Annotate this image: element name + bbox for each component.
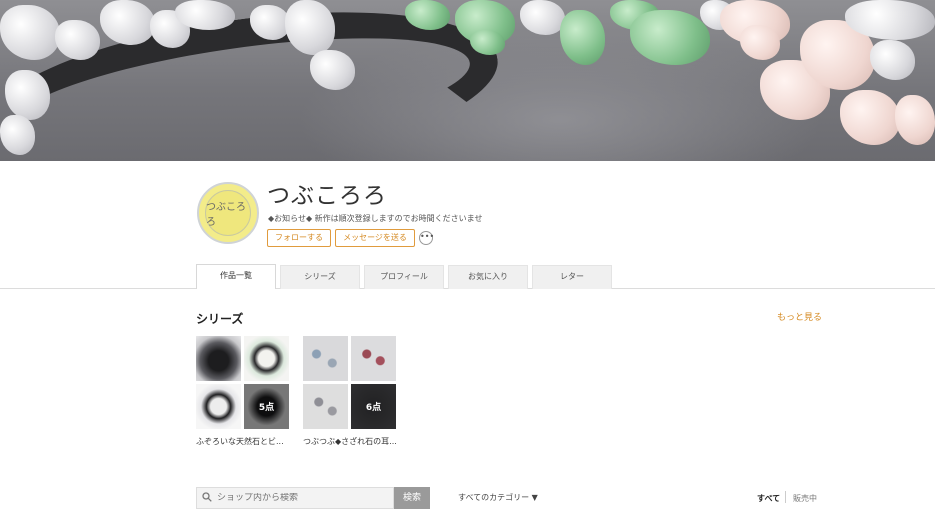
filter-on-sale[interactable]: 販売中 [793, 493, 817, 504]
tab-favorites[interactable]: お気に入り [448, 265, 528, 289]
series-thumbnails[interactable]: 6点 [303, 336, 397, 430]
shop-avatar[interactable]: つぶころろ [197, 182, 259, 244]
item-count-badge: 6点 [351, 384, 396, 429]
follow-button[interactable]: フォローする [267, 229, 331, 247]
shop-name: つぶころろ [267, 183, 387, 209]
category-dropdown[interactable]: すべてのカテゴリー ▼ [458, 492, 538, 503]
see-more-link[interactable]: もっと見る [777, 310, 822, 323]
product-thumbnail[interactable]: 6点 [351, 384, 396, 429]
product-thumbnail[interactable] [244, 336, 289, 381]
search-icon [197, 491, 217, 505]
item-count-badge: 5点 [244, 384, 289, 429]
shop-search-field[interactable] [196, 487, 394, 509]
tab-series[interactable]: シリーズ [280, 265, 360, 289]
product-thumbnail[interactable] [351, 336, 396, 381]
product-thumbnail[interactable] [303, 384, 348, 429]
more-dots-icon[interactable]: ••• [419, 231, 434, 245]
series-card[interactable]: 5点 ふぞろいな天然石とビ... [196, 336, 290, 446]
series-card[interactable]: 6点 つぶつぶ◆さざれ石の耳... [303, 336, 397, 446]
filter-all[interactable]: すべて [757, 493, 780, 504]
tab-letter[interactable]: レター [532, 265, 612, 289]
tab-profile[interactable]: プロフィール [364, 265, 444, 289]
avatar-logo: つぶころろ [205, 190, 251, 236]
shop-banner [0, 0, 935, 161]
search-button[interactable]: 検索 [394, 487, 430, 509]
shop-notice: ◆お知らせ◆ 新作は順次登録しますのでお時間くださいませ [268, 214, 483, 223]
tab-works[interactable]: 作品一覧 [196, 264, 276, 289]
series-caption[interactable]: ふぞろいな天然石とビ... [196, 436, 306, 447]
product-thumbnail[interactable] [196, 384, 241, 429]
series-section-title: シリーズ [196, 312, 244, 326]
filter-divider [785, 491, 786, 503]
product-thumbnail[interactable] [196, 336, 241, 381]
message-button[interactable]: メッセージを送る [335, 229, 415, 247]
search-input[interactable] [217, 493, 387, 503]
product-thumbnail[interactable] [303, 336, 348, 381]
series-caption[interactable]: つぶつぶ◆さざれ石の耳... [303, 436, 413, 447]
series-thumbnails[interactable]: 5点 [196, 336, 290, 430]
product-thumbnail[interactable]: 5点 [244, 384, 289, 429]
